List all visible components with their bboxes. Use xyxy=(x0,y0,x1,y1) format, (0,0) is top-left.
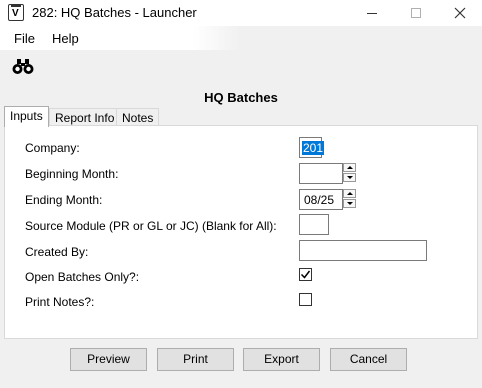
title-bar: V 282: HQ Batches - Launcher xyxy=(0,0,482,26)
menu-file[interactable]: File xyxy=(14,31,35,46)
close-button[interactable] xyxy=(438,0,482,26)
open-batches-only-label: Open Batches Only?: xyxy=(25,270,140,284)
spin-up-icon[interactable] xyxy=(343,189,356,198)
company-field[interactable]: 201 xyxy=(299,137,325,158)
ending-month-label: Ending Month: xyxy=(25,193,103,207)
export-button[interactable]: Export xyxy=(243,348,320,371)
menu-bar: File Help xyxy=(0,26,482,50)
ending-month-field[interactable]: 08/25 xyxy=(299,189,343,210)
source-module-field[interactable] xyxy=(299,214,329,235)
cancel-button[interactable]: Cancel xyxy=(330,348,407,371)
company-label: Company: xyxy=(25,141,80,155)
find-button[interactable] xyxy=(12,57,34,75)
preview-button[interactable]: Preview xyxy=(70,348,147,371)
panel-title: HQ Batches xyxy=(204,90,278,105)
tab-notes[interactable]: Notes xyxy=(116,108,160,126)
print-notes-label: Print Notes?: xyxy=(25,295,95,309)
ending-month-spinner[interactable] xyxy=(343,189,357,209)
created-by-label: Created By: xyxy=(25,245,89,259)
binoculars-icon xyxy=(12,59,34,74)
spin-down-icon[interactable] xyxy=(343,199,356,208)
tab-report-info[interactable]: Report Info xyxy=(49,108,121,126)
minimize-icon xyxy=(367,12,377,14)
minimize-button[interactable] xyxy=(350,0,394,26)
maximize-icon xyxy=(411,8,421,19)
created-by-field[interactable] xyxy=(299,240,427,261)
print-notes-checkbox[interactable] xyxy=(299,293,312,306)
spin-up-icon[interactable] xyxy=(343,163,356,172)
beginning-month-spinner[interactable] xyxy=(343,163,357,183)
print-button[interactable]: Print xyxy=(157,348,234,371)
spin-down-icon[interactable] xyxy=(343,173,356,182)
menu-help[interactable]: Help xyxy=(52,31,79,46)
window-title: 282: HQ Batches - Launcher xyxy=(32,5,197,20)
tab-inputs[interactable]: Inputs xyxy=(4,106,49,127)
open-batches-only-checkbox[interactable] xyxy=(299,268,312,281)
close-icon xyxy=(454,7,466,19)
beginning-month-label: Beginning Month: xyxy=(25,167,119,181)
maximize-button[interactable] xyxy=(394,0,438,26)
beginning-month-field[interactable] xyxy=(299,163,343,184)
checkmark-icon xyxy=(300,270,311,279)
source-module-label: Source Module (PR or GL or JC) (Blank fo… xyxy=(25,219,277,233)
app-icon: V xyxy=(8,4,24,21)
